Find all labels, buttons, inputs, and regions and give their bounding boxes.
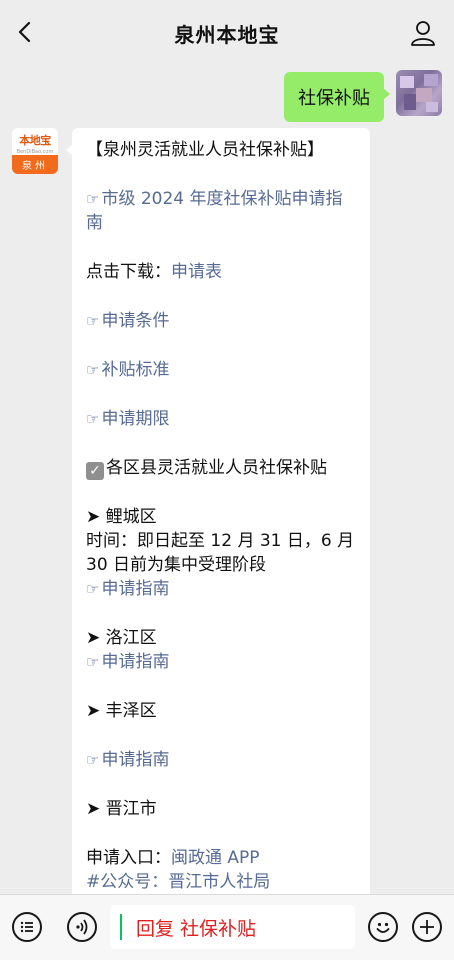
chat-area[interactable]: 社保补贴 本地宝 BenDiBao.com 泉州 【泉州灵活就业人员社保补贴】 …	[0, 66, 454, 894]
arrowhead-icon: ➤	[86, 507, 106, 527]
arrowhead-icon: ➤	[86, 799, 106, 819]
pointing-hand-icon: ☞	[86, 580, 100, 598]
bottom-input-bar: 回复 社保补贴	[0, 894, 454, 960]
wechat-link[interactable]: 晋江市人社局	[168, 872, 270, 892]
pointing-hand-icon: ☞	[86, 653, 100, 671]
avatar-logo-text: 本地宝	[19, 134, 51, 147]
list-icon[interactable]	[12, 912, 42, 942]
page-title: 泉州本地宝	[174, 22, 280, 47]
download-link[interactable]: 申请表	[171, 262, 222, 282]
pointing-hand-icon: ☞	[86, 410, 100, 428]
fengze-guide-line: ☞ 申请指南	[86, 748, 356, 772]
guide-line: ☞ 市级 2024 年度社保补贴申请指南	[86, 187, 356, 235]
top-bar: 泉州本地宝	[0, 0, 454, 66]
arrowhead-icon: ➤	[86, 628, 106, 648]
entry-link[interactable]: 闽政通 APP	[171, 848, 260, 868]
licheng-guide-link[interactable]: 申请指南	[101, 579, 169, 599]
input-value: 回复 社保补贴	[136, 917, 257, 940]
jinjiang-title: 晋江市	[105, 799, 157, 819]
user-message-bubble[interactable]: 社保补贴	[284, 72, 390, 122]
county-heading: 各区县灵活就业人员社保补贴	[106, 458, 327, 478]
pointing-hand-icon: ☞	[86, 190, 100, 208]
fengze-title-line: ➤ 丰泽区	[86, 699, 356, 723]
conditions-line: ☞ 申请条件	[86, 309, 356, 333]
plus-icon[interactable]	[412, 912, 442, 942]
guide-link[interactable]: 市级 2024 年度社保补贴申请指南	[86, 189, 343, 233]
user-message-row: 社保补贴	[284, 70, 442, 122]
pointing-hand-icon: ☞	[86, 751, 100, 769]
download-label: 点击下载：	[86, 262, 171, 282]
licheng-title: 鲤城区	[105, 507, 157, 527]
jinjiang-entry-block: 申请入口：闽政通 APP #公众号：晋江市人社局	[86, 846, 356, 894]
entry-label: 申请入口：	[86, 848, 171, 868]
fengze-guide-link[interactable]: 申请指南	[101, 750, 169, 770]
smile-icon[interactable]	[368, 912, 398, 942]
bot-message-bubble: 【泉州灵活就业人员社保补贴】 ☞ 市级 2024 年度社保补贴申请指南 点击下载：…	[66, 128, 370, 894]
bot-message-row: 本地宝 BenDiBao.com 泉州 【泉州灵活就业人员社保补贴】 ☞ 市级 2…	[12, 128, 370, 894]
voice-icon[interactable]	[67, 912, 97, 942]
message-input[interactable]: 回复 社保补贴	[110, 905, 355, 949]
jinjiang-title-line: ➤ 晋江市	[86, 797, 356, 821]
luojiang-guide-link[interactable]: 申请指南	[101, 652, 169, 672]
message-heading: 【泉州灵活就业人员社保补贴】	[86, 140, 324, 160]
text-caret	[120, 914, 122, 940]
fengze-title: 丰泽区	[105, 701, 157, 721]
avatar-city-label: 泉州	[12, 155, 58, 174]
checkbox-icon: ✓	[86, 462, 104, 480]
county-heading-line: ✓ 各区县灵活就业人员社保补贴	[86, 456, 356, 480]
pointing-hand-icon: ☞	[86, 312, 100, 330]
avatar[interactable]	[396, 70, 442, 116]
person-icon[interactable]	[410, 20, 436, 46]
chevron-left-icon[interactable]	[14, 20, 38, 44]
standard-link[interactable]: 补贴标准	[101, 360, 169, 380]
arrowhead-icon: ➤	[86, 701, 106, 721]
conditions-link[interactable]: 申请条件	[101, 311, 169, 331]
standard-line: ☞ 补贴标准	[86, 358, 356, 382]
licheng-time: 时间：即日起至 12 月 31 日，6 月 30 日前为集中受理阶段	[86, 531, 355, 575]
wechat-label: #公众号：	[86, 872, 169, 892]
luojiang-title: 洛江区	[105, 628, 157, 648]
download-line: 点击下载：申请表	[86, 260, 356, 284]
period-line: ☞ 申请期限	[86, 407, 356, 431]
pointing-hand-icon: ☞	[86, 361, 100, 379]
bot-avatar[interactable]: 本地宝 BenDiBao.com 泉州	[12, 128, 58, 174]
licheng-block: ➤ 鲤城区 时间：即日起至 12 月 31 日，6 月 30 日前为集中受理阶段…	[86, 505, 356, 601]
luojiang-block: ➤ 洛江区 ☞ 申请指南	[86, 626, 356, 674]
period-link[interactable]: 申请期限	[101, 409, 169, 429]
